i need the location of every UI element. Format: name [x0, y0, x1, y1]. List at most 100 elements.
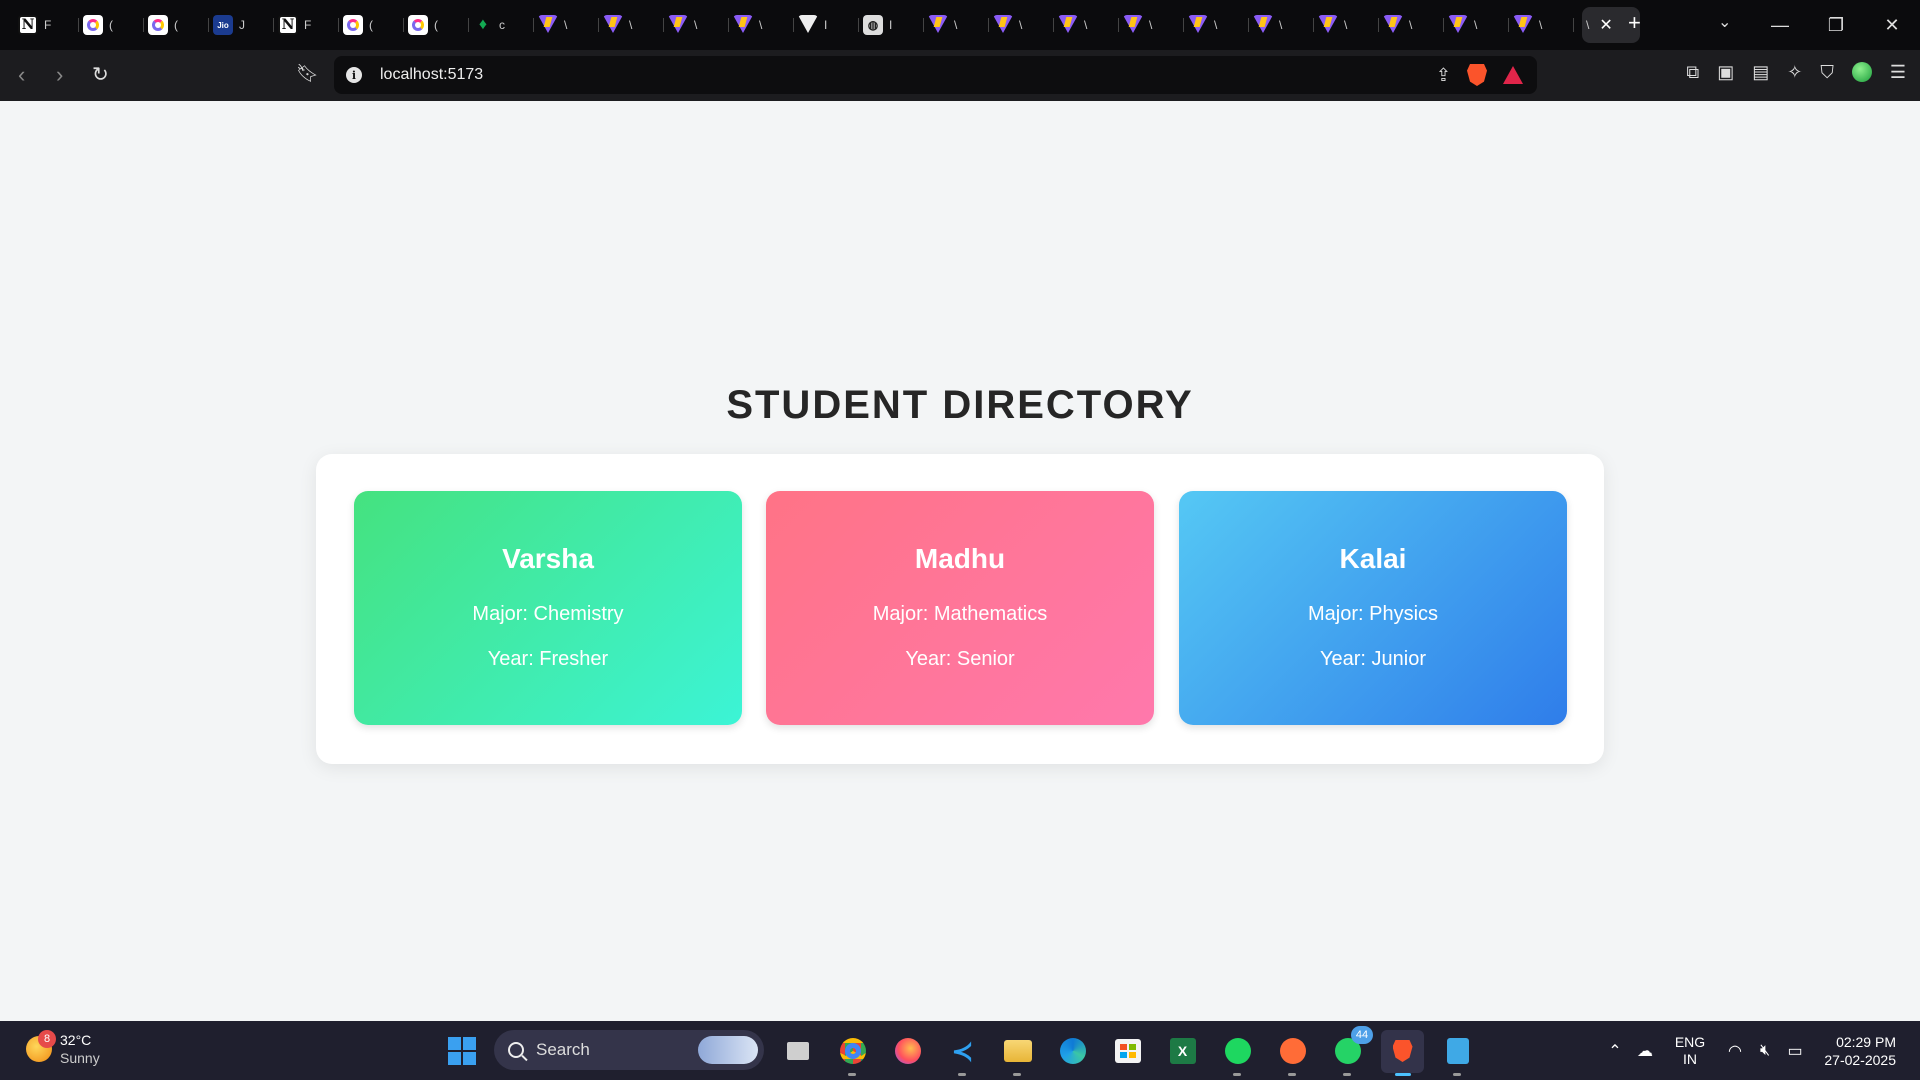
- tab-vite-1[interactable]: \: [534, 7, 599, 43]
- task-view-button[interactable]: [776, 1030, 819, 1073]
- spotify-app[interactable]: [1216, 1030, 1259, 1076]
- student-major: Major: Physics: [1307, 603, 1439, 625]
- weather-widget[interactable]: 8 32°C Sunny: [26, 1030, 100, 1067]
- back-button[interactable]: ‹: [18, 62, 25, 88]
- profile-avatar[interactable]: [1851, 62, 1872, 82]
- tab-clickup-4[interactable]: (: [404, 7, 469, 43]
- mongodb-icon: ♦: [478, 16, 488, 33]
- start-button[interactable]: [440, 1029, 483, 1072]
- tab-title: (: [174, 18, 178, 32]
- site-info-icon[interactable]: i: [346, 67, 362, 83]
- lang-code: ENG: [1674, 1033, 1706, 1050]
- tab-jio[interactable]: Jio J: [209, 7, 274, 43]
- tab-notion-2[interactable]: NF: [274, 7, 339, 43]
- bookmark-icon[interactable]: 🔖︎: [296, 63, 319, 84]
- onedrive-icon[interactable]: ☁: [1630, 1041, 1660, 1061]
- chrome-app[interactable]: [831, 1030, 874, 1076]
- tab-vite-3[interactable]: \: [664, 7, 729, 43]
- language-indicator[interactable]: ENG IN: [1660, 1034, 1720, 1068]
- tab-vite-6[interactable]: \: [989, 7, 1054, 43]
- tab-title: I: [889, 18, 893, 32]
- clock[interactable]: 02:29 PM 27-02-2025: [1810, 1033, 1920, 1069]
- tab-clickup-1[interactable]: (: [79, 7, 144, 43]
- page-title: STUDENT DIRECTORY: [726, 383, 1194, 427]
- vite-icon: [1188, 15, 1208, 35]
- student-list-panel: Varsha Major: Chemistry Year: Fresher Ma…: [316, 454, 1604, 764]
- tab-vite-10[interactable]: \: [1249, 7, 1314, 43]
- leo-ai-icon[interactable]: ✧: [1787, 62, 1802, 83]
- extensions-icon[interactable]: ⧉: [1686, 62, 1699, 83]
- chevron-up-icon[interactable]: ⌃: [1600, 1041, 1630, 1061]
- vite-icon: [1058, 15, 1078, 35]
- store-app[interactable]: [1106, 1030, 1149, 1073]
- firefox-app[interactable]: [886, 1030, 929, 1073]
- share-icon[interactable]: ⇪: [1436, 65, 1451, 86]
- tab-vite-11[interactable]: \: [1314, 7, 1379, 43]
- tab-clickup-2[interactable]: (: [144, 7, 209, 43]
- sidebar-icon[interactable]: ▣: [1717, 62, 1734, 83]
- battery-icon[interactable]: ▭: [1780, 1041, 1810, 1061]
- tab-vite-12[interactable]: \: [1379, 7, 1444, 43]
- postman-app[interactable]: [1271, 1030, 1314, 1076]
- system-tray: ⌃ ☁ ENG IN ◠ 🔇︎ ▭ 02:29 PM 27-02-2025: [1600, 1021, 1920, 1080]
- file-explorer-app[interactable]: [996, 1030, 1039, 1076]
- url-text[interactable]: localhost:5173: [380, 66, 483, 84]
- tab-vite-9[interactable]: \: [1184, 7, 1249, 43]
- excel-app[interactable]: X: [1161, 1030, 1204, 1073]
- tab-mongodb[interactable]: ♦ c: [469, 7, 534, 43]
- address-bar[interactable]: i localhost:5173 ⇪: [334, 56, 1537, 94]
- tab-vite-4[interactable]: \: [729, 7, 794, 43]
- whatsapp-app[interactable]: 44: [1326, 1025, 1373, 1076]
- tab-search-chevron-icon[interactable]: ⌄: [1718, 12, 1731, 32]
- forward-button[interactable]: ›: [56, 62, 63, 88]
- tab-vite-5[interactable]: \: [924, 7, 989, 43]
- tab-vite-14[interactable]: \: [1509, 7, 1574, 43]
- wifi-icon[interactable]: ◠: [1720, 1041, 1750, 1061]
- brave-shields-icon[interactable]: [1467, 64, 1487, 86]
- tab-vercel[interactable]: I: [794, 7, 859, 43]
- edge-app[interactable]: [1051, 1030, 1094, 1073]
- tab-vite-2[interactable]: \: [599, 7, 664, 43]
- vscode-app[interactable]: ≺: [941, 1030, 984, 1076]
- search-highlight-art: [698, 1036, 758, 1064]
- volume-muted-icon[interactable]: 🔇︎: [1750, 1042, 1780, 1060]
- reload-button[interactable]: ↻: [92, 62, 109, 87]
- restore-button[interactable]: ❐: [1808, 15, 1864, 36]
- wallet-icon[interactable]: ▤: [1752, 62, 1769, 83]
- menu-icon[interactable]: ☰: [1890, 62, 1906, 83]
- tab-strip: NF ( ( Jio J NF ( ( ♦ c \ \ \ \ I ◍ I \ \ \…: [0, 0, 1920, 50]
- vite-icon: [1318, 15, 1338, 35]
- vpn-shield-icon[interactable]: ⛉: [1820, 62, 1834, 83]
- clickup-icon: [148, 15, 168, 35]
- minimize-button[interactable]: —: [1752, 15, 1808, 36]
- tab-vite-8[interactable]: \: [1119, 7, 1184, 43]
- edge-icon: [1059, 1038, 1086, 1064]
- address-bar-actions: ⇪: [1436, 64, 1523, 86]
- spotify-icon: [1224, 1038, 1251, 1064]
- tab-title: \: [1084, 18, 1088, 32]
- tab-notion-1[interactable]: NF: [14, 7, 79, 43]
- new-tab-button[interactable]: +: [1628, 10, 1641, 36]
- brave-rewards-icon[interactable]: [1503, 66, 1523, 84]
- tab-globe[interactable]: ◍ I: [859, 7, 924, 43]
- tab-title: \: [954, 18, 958, 32]
- store-icon: [1114, 1039, 1141, 1063]
- vite-icon: [733, 15, 753, 35]
- vite-icon: [1448, 15, 1468, 35]
- close-tab-icon[interactable]: ✕: [1599, 15, 1612, 35]
- close-window-button[interactable]: ✕: [1864, 15, 1920, 36]
- vite-icon: [928, 15, 948, 35]
- tab-vite-7[interactable]: \: [1054, 7, 1119, 43]
- lang-region: IN: [1683, 1050, 1697, 1067]
- tab-clickup-3[interactable]: (: [339, 7, 404, 43]
- tab-title: J: [239, 18, 245, 32]
- window-controls: — ❐ ✕: [1752, 0, 1920, 50]
- taskbar-search[interactable]: Search: [494, 1030, 764, 1070]
- tab-title: \: [1149, 18, 1153, 32]
- student-name: Madhu: [914, 543, 1006, 574]
- tab-title: (: [369, 18, 373, 32]
- toolbar-actions: ⧉ ▣ ▤ ✧ ⛉ ☰: [1686, 62, 1906, 83]
- brave-app[interactable]: [1381, 1029, 1424, 1076]
- notepad-app[interactable]: [1436, 1030, 1479, 1076]
- tab-vite-13[interactable]: \: [1444, 7, 1509, 43]
